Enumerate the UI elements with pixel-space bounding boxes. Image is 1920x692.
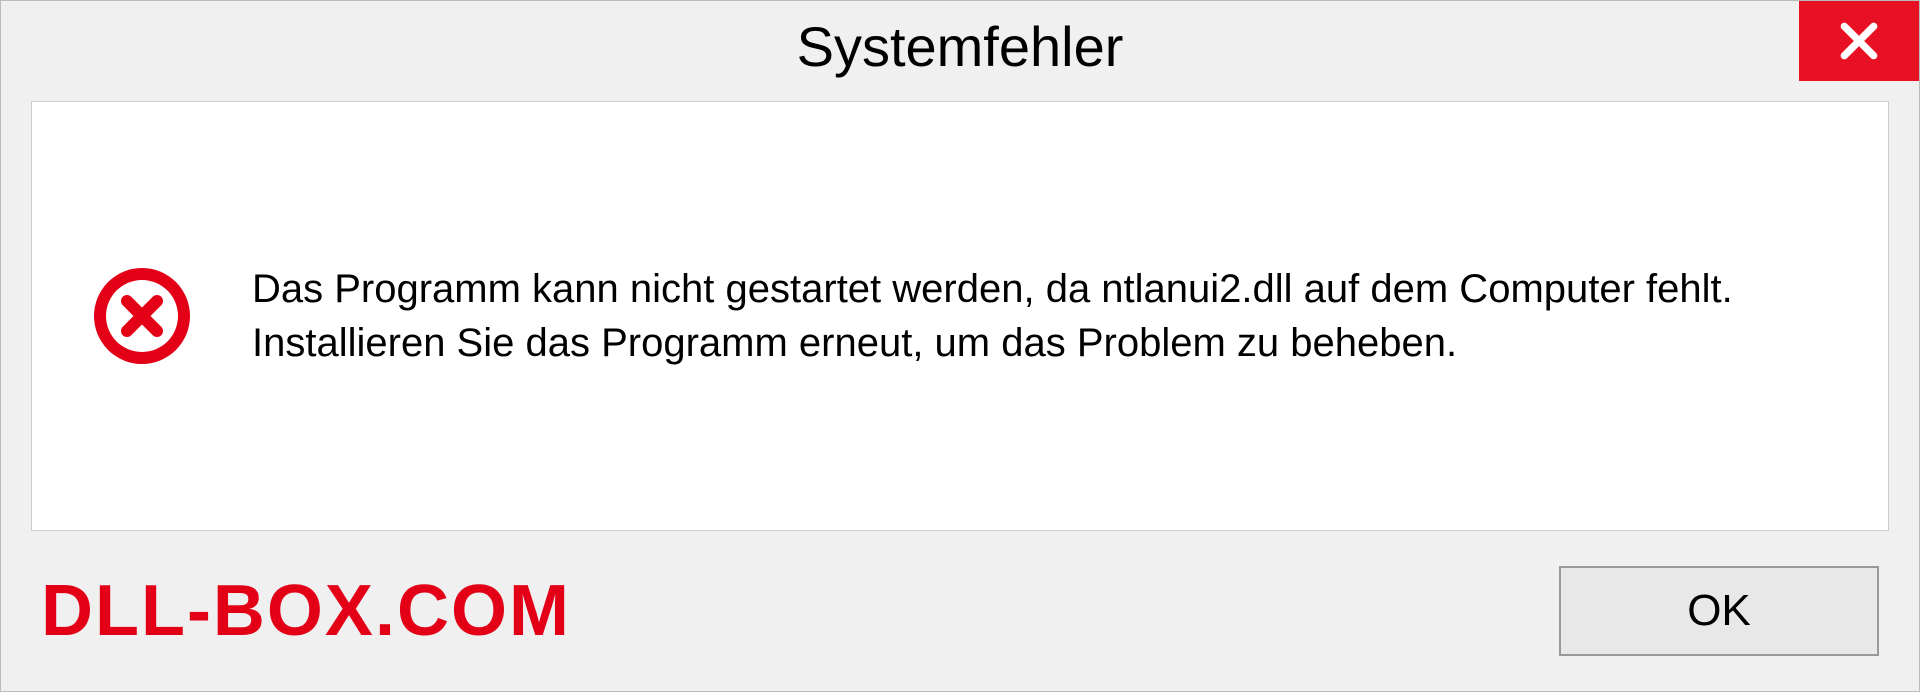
error-message: Das Programm kann nicht gestartet werden… bbox=[252, 262, 1828, 370]
close-button[interactable] bbox=[1799, 1, 1919, 81]
close-icon bbox=[1837, 19, 1881, 63]
error-icon bbox=[92, 266, 192, 366]
watermark-text: DLL-BOX.COM bbox=[41, 570, 571, 652]
ok-button[interactable]: OK bbox=[1559, 566, 1879, 656]
dialog-title: Systemfehler bbox=[797, 14, 1124, 79]
content-panel: Das Programm kann nicht gestartet werden… bbox=[31, 101, 1889, 531]
dialog-footer: DLL-BOX.COM OK bbox=[1, 531, 1919, 691]
error-dialog: Systemfehler Das Programm kann nicht ges… bbox=[0, 0, 1920, 692]
titlebar: Systemfehler bbox=[1, 1, 1919, 91]
